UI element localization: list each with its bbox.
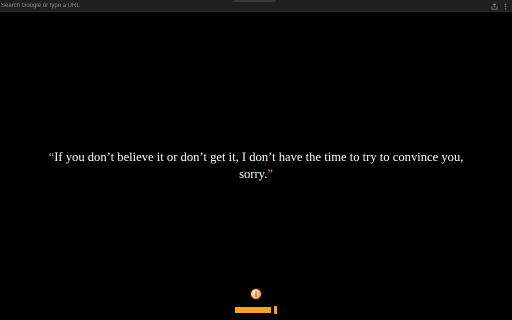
orange-ball-icon[interactable]: [251, 289, 261, 299]
progress-end-tick: [274, 306, 277, 314]
quote-text: If you don’t believe it or don’t get it,…: [54, 150, 464, 181]
toolbar-icons: [491, 2, 509, 10]
omnibox-input[interactable]: [0, 1, 494, 11]
browser-top-bar: [0, 0, 512, 12]
progress-bar-fill: [235, 307, 271, 313]
progress-bar: [235, 307, 271, 313]
quote-close-mark: ”: [267, 167, 273, 181]
menu-icon[interactable]: [502, 3, 509, 10]
footer-widget: [0, 288, 512, 316]
share-icon[interactable]: [491, 2, 498, 10]
quote-block: “If you don’t believe it or don’t get it…: [40, 149, 472, 183]
